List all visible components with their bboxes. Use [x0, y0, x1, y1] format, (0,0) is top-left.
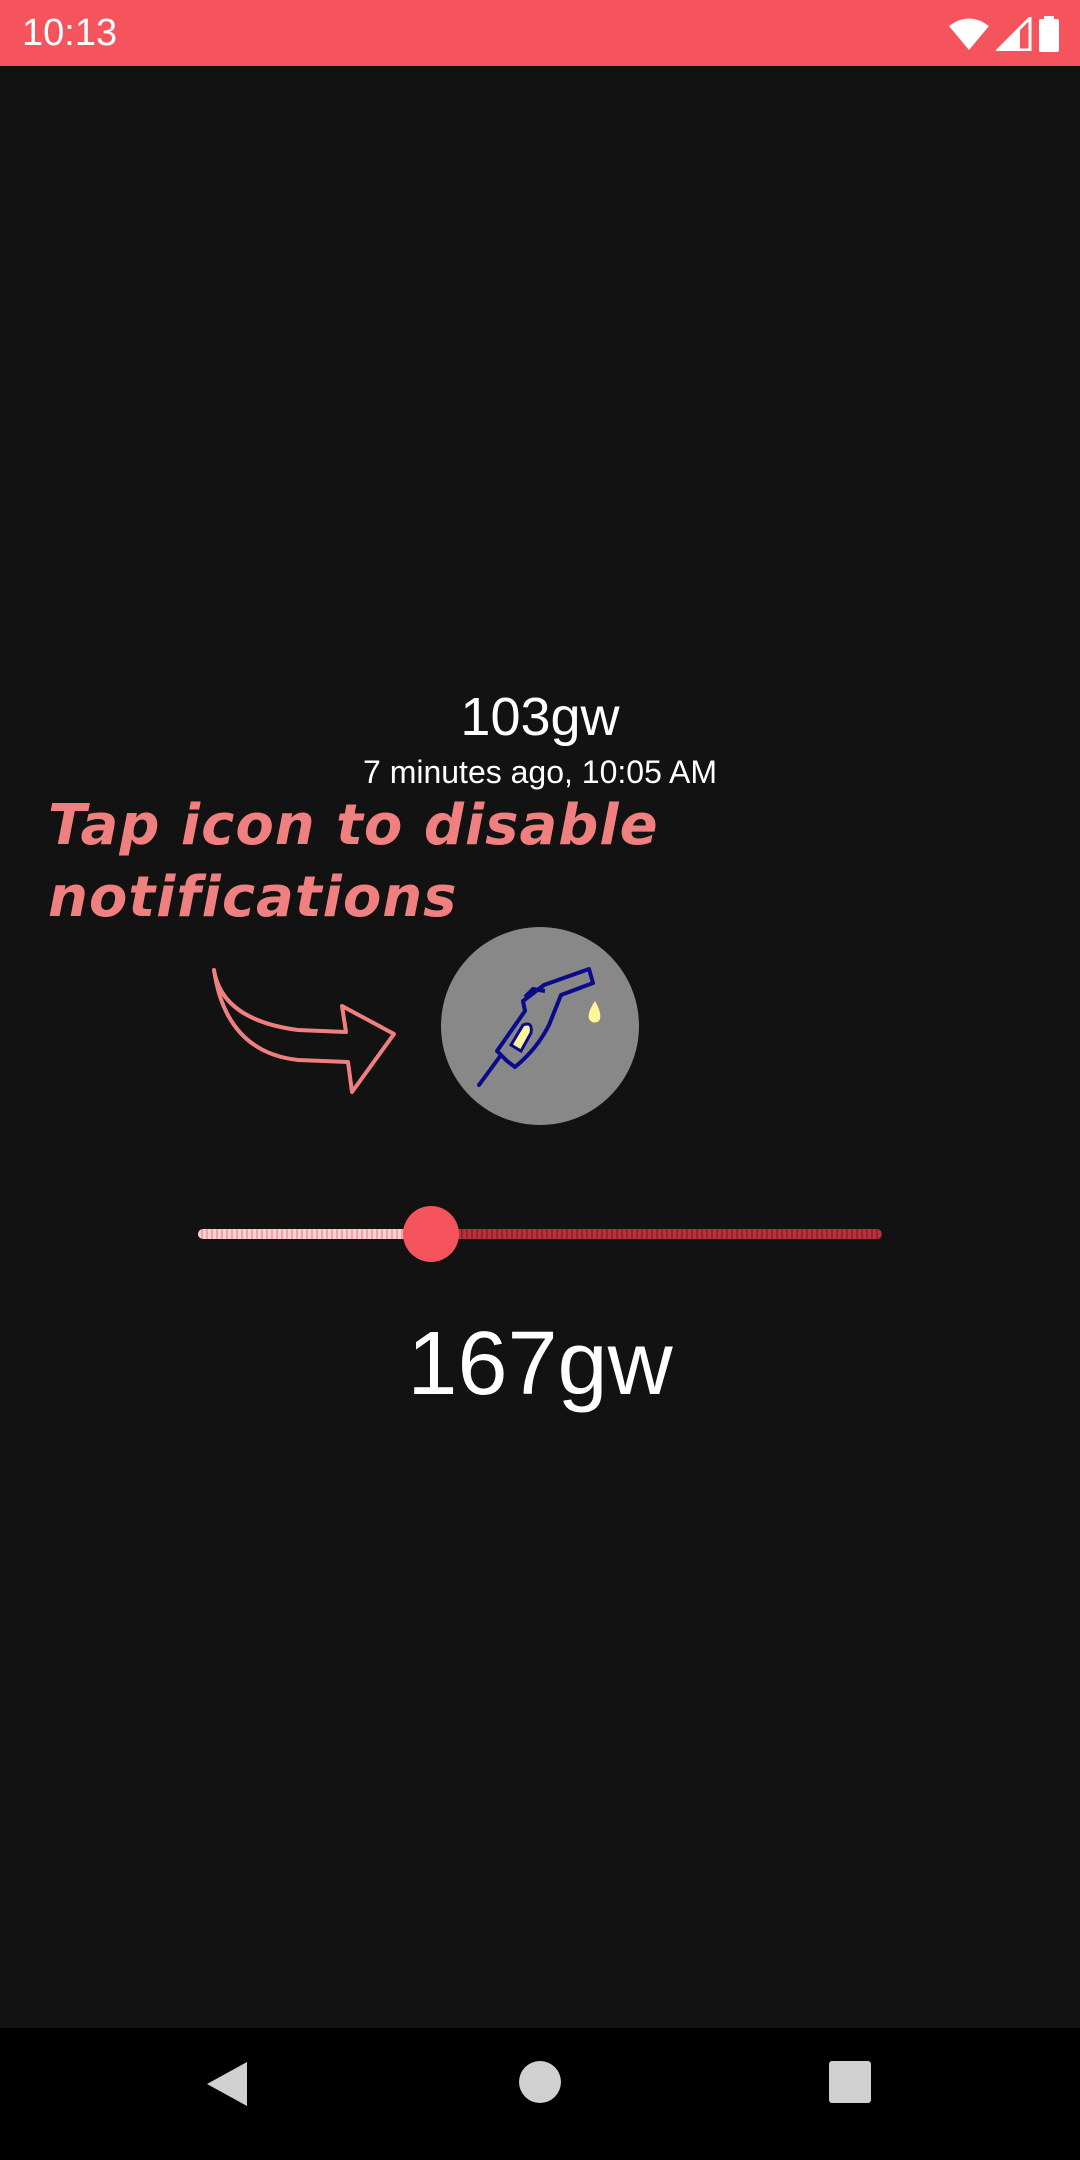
fuel-pump-icon — [477, 967, 601, 1087]
threshold-slider[interactable] — [198, 1206, 882, 1262]
threshold-value: 167gw — [407, 1314, 673, 1414]
navigation-bar — [0, 2028, 1080, 2160]
home-button[interactable] — [500, 2060, 580, 2130]
battery-icon — [1038, 16, 1060, 52]
recents-button[interactable] — [810, 2060, 890, 2130]
status-bar: 10:13 — [0, 0, 1080, 66]
status-icons — [948, 14, 1060, 54]
slider-thumb[interactable] — [403, 1206, 459, 1262]
fuel-notification-toggle-button[interactable] — [441, 927, 639, 1125]
slider-track-active — [198, 1229, 431, 1239]
latest-reading-value: 103gw — [460, 687, 620, 747]
wifi-icon — [948, 17, 990, 51]
latest-reading-time: 7 minutes ago, 10:05 AM — [363, 754, 717, 790]
back-icon — [207, 2062, 247, 2106]
cell-signal-icon — [996, 17, 1032, 51]
curved-arrow-icon — [206, 962, 406, 1102]
back-button[interactable] — [187, 2060, 267, 2130]
recents-icon — [829, 2061, 871, 2103]
hint-text: Tap icon to disable notifications — [48, 793, 659, 930]
status-time: 10:13 — [22, 12, 118, 54]
home-icon — [519, 2061, 561, 2103]
